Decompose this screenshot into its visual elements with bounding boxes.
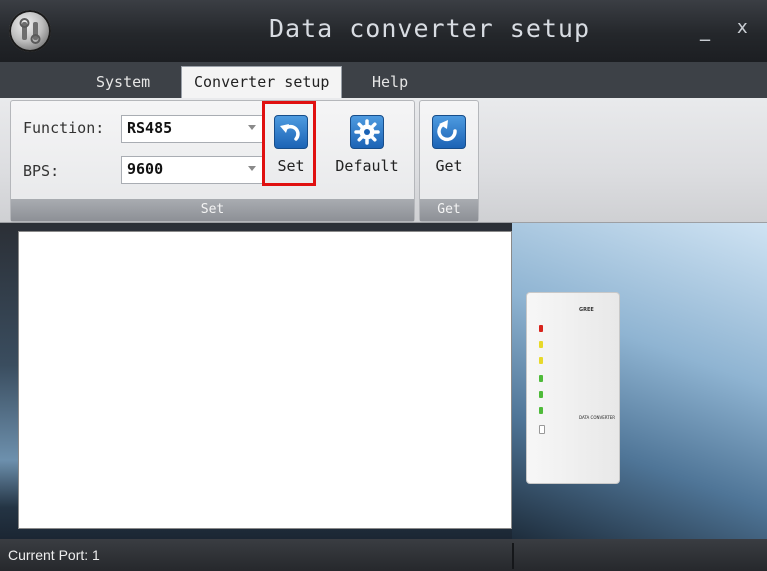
status-bar: Current Port: 1	[0, 539, 767, 571]
status-divider	[512, 543, 514, 569]
function-label: Function:	[23, 119, 105, 137]
led-yellow	[539, 357, 543, 364]
led-green	[539, 391, 543, 398]
tab-system[interactable]: System	[84, 70, 162, 98]
data-converter-device-image: GREE DATA CONVERTER	[526, 292, 620, 484]
set-group: Function: RS485 BPS: 9600 Set Default Se…	[10, 100, 415, 222]
gear-icon	[350, 115, 384, 149]
window-title: Data converter setup	[269, 14, 591, 43]
chevron-down-icon[interactable]	[248, 166, 256, 171]
bps-value: 9600	[127, 160, 164, 178]
get-group: Get Get	[419, 100, 479, 222]
redo-arrow-icon	[432, 115, 466, 149]
app-logo-icon[interactable]	[9, 10, 51, 52]
led-green	[539, 375, 543, 382]
set-button-highlight	[262, 101, 316, 186]
current-port-status: Current Port: 1	[8, 547, 100, 563]
close-button[interactable]: x	[737, 17, 748, 38]
minimize-button[interactable]: _	[700, 17, 710, 41]
title-bar: Data converter setup _ x	[0, 0, 767, 62]
led-white	[539, 425, 545, 434]
function-value: RS485	[127, 119, 173, 137]
led-yellow	[539, 341, 543, 348]
default-button[interactable]: Default	[332, 115, 402, 175]
device-brand-logo: GREE	[579, 307, 594, 313]
led-red	[539, 325, 543, 332]
chevron-down-icon[interactable]	[248, 125, 256, 130]
log-pane[interactable]	[18, 231, 512, 529]
ribbon: Function: RS485 BPS: 9600 Set Default Se…	[0, 98, 767, 223]
bps-select[interactable]: 9600	[121, 156, 263, 184]
set-group-footer: Set	[11, 199, 414, 221]
app-window: Data converter setup _ x System Converte…	[0, 0, 767, 571]
get-button-label: Get	[435, 157, 463, 175]
bps-label: BPS:	[23, 162, 60, 180]
device-model-label: DATA CONVERTER	[578, 415, 615, 420]
tab-help[interactable]: Help	[360, 70, 420, 98]
get-group-footer: Get	[420, 199, 478, 221]
default-button-label: Default	[335, 157, 399, 175]
tab-converter-setup[interactable]: Converter setup	[181, 66, 343, 99]
tab-bar: System Converter setup Help	[0, 62, 767, 99]
get-button[interactable]: Get	[420, 115, 478, 175]
led-green	[539, 407, 543, 414]
function-select[interactable]: RS485	[121, 115, 263, 143]
